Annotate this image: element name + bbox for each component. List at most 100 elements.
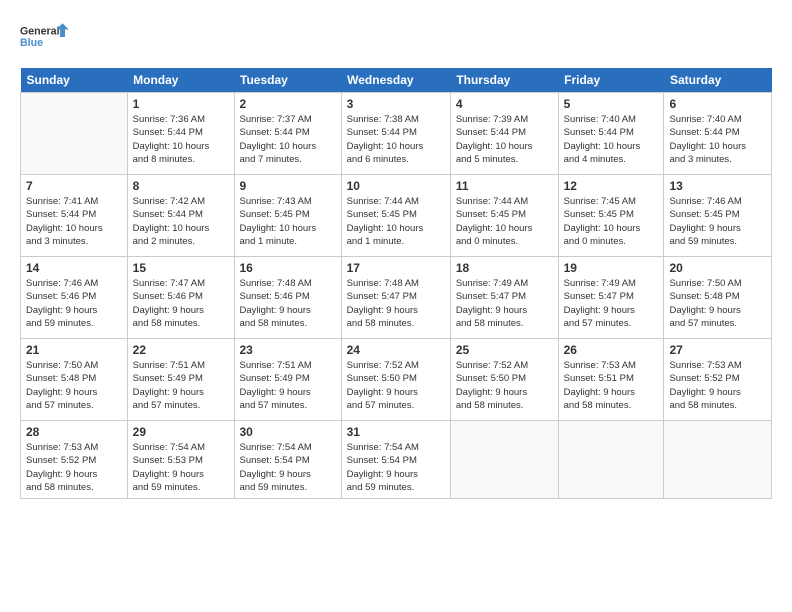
- day-number: 3: [347, 97, 445, 111]
- weekday-friday: Friday: [558, 68, 664, 93]
- calendar-cell: 28 Sunrise: 7:53 AMSunset: 5:52 PMDayligh…: [21, 421, 128, 499]
- calendar-cell: 19 Sunrise: 7:49 AMSunset: 5:47 PMDayligh…: [558, 257, 664, 339]
- day-number: 22: [133, 343, 229, 357]
- day-number: 11: [456, 179, 553, 193]
- day-info: Sunrise: 7:54 AMSunset: 5:53 PMDaylight:…: [133, 441, 229, 494]
- logo: General Blue: [20, 16, 70, 58]
- day-number: 10: [347, 179, 445, 193]
- day-number: 16: [240, 261, 336, 275]
- day-info: Sunrise: 7:37 AMSunset: 5:44 PMDaylight:…: [240, 113, 336, 166]
- calendar-cell: 6Sunrise: 7:40 AMSunset: 5:44 PMDaylight…: [664, 93, 772, 175]
- day-number: 31: [347, 425, 445, 439]
- calendar-cell: [558, 421, 664, 499]
- day-number: 12: [564, 179, 659, 193]
- calendar-cell: [664, 421, 772, 499]
- calendar-cell: 8 Sunrise: 7:42 AMSunset: 5:44 PMDaylight…: [127, 175, 234, 257]
- calendar-cell: 10 Sunrise: 7:44 AMSunset: 5:45 PMDayligh…: [341, 175, 450, 257]
- header: General Blue: [20, 16, 772, 58]
- day-number: 2: [240, 97, 336, 111]
- day-info: Sunrise: 7:53 AMSunset: 5:51 PMDaylight:…: [564, 359, 659, 412]
- calendar-week-3: 14Sunrise: 7:46 AMSunset: 5:46 PMDayligh…: [21, 257, 772, 339]
- weekday-header-row: SundayMondayTuesdayWednesdayThursdayFrid…: [21, 68, 772, 93]
- day-info: Sunrise: 7:52 AMSunset: 5:50 PMDaylight:…: [456, 359, 553, 412]
- calendar-cell: 4Sunrise: 7:39 AMSunset: 5:44 PMDaylight…: [450, 93, 558, 175]
- weekday-sunday: Sunday: [21, 68, 128, 93]
- day-number: 1: [133, 97, 229, 111]
- calendar-week-2: 7Sunrise: 7:41 AMSunset: 5:44 PMDaylight…: [21, 175, 772, 257]
- day-number: 30: [240, 425, 336, 439]
- weekday-saturday: Saturday: [664, 68, 772, 93]
- calendar-cell: 9 Sunrise: 7:43 AMSunset: 5:45 PMDaylight…: [234, 175, 341, 257]
- weekday-thursday: Thursday: [450, 68, 558, 93]
- day-info: Sunrise: 7:49 AMSunset: 5:47 PMDaylight:…: [564, 277, 659, 330]
- day-number: 21: [26, 343, 122, 357]
- day-number: 15: [133, 261, 229, 275]
- calendar-cell: 21 Sunrise: 7:50 AMSunset: 5:48 PMDayligh…: [21, 339, 128, 421]
- day-info: Sunrise: 7:54 AMSunset: 5:54 PMDaylight:…: [240, 441, 336, 494]
- calendar-cell: 31Sunrise: 7:54 AMSunset: 5:54 PMDayligh…: [341, 421, 450, 499]
- day-info: Sunrise: 7:50 AMSunset: 5:48 PMDaylight:…: [669, 277, 766, 330]
- calendar-week-5: 28 Sunrise: 7:53 AMSunset: 5:52 PMDayligh…: [21, 421, 772, 499]
- day-number: 26: [564, 343, 659, 357]
- day-info: Sunrise: 7:51 AMSunset: 5:49 PMDaylight:…: [133, 359, 229, 412]
- day-number: 29: [133, 425, 229, 439]
- day-info: Sunrise: 7:48 AMSunset: 5:46 PMDaylight:…: [240, 277, 336, 330]
- calendar-cell: 5Sunrise: 7:40 AMSunset: 5:44 PMDaylight…: [558, 93, 664, 175]
- day-info: Sunrise: 7:51 AMSunset: 5:49 PMDaylight:…: [240, 359, 336, 412]
- svg-text:General: General: [20, 26, 60, 38]
- weekday-tuesday: Tuesday: [234, 68, 341, 93]
- day-number: 23: [240, 343, 336, 357]
- day-info: Sunrise: 7:53 AMSunset: 5:52 PMDaylight:…: [669, 359, 766, 412]
- calendar-week-1: 1Sunrise: 7:36 AMSunset: 5:44 PMDaylight…: [21, 93, 772, 175]
- day-number: 6: [669, 97, 766, 111]
- day-number: 14: [26, 261, 122, 275]
- logo-icon: General Blue: [20, 16, 70, 58]
- day-info: Sunrise: 7:49 AMSunset: 5:47 PMDaylight:…: [456, 277, 553, 330]
- day-info: Sunrise: 7:44 AMSunset: 5:45 PMDaylight:…: [456, 195, 553, 248]
- calendar-cell: 1Sunrise: 7:36 AMSunset: 5:44 PMDaylight…: [127, 93, 234, 175]
- calendar-cell: 7Sunrise: 7:41 AMSunset: 5:44 PMDaylight…: [21, 175, 128, 257]
- calendar-cell: 11 Sunrise: 7:44 AMSunset: 5:45 PMDayligh…: [450, 175, 558, 257]
- day-info: Sunrise: 7:42 AMSunset: 5:44 PMDaylight:…: [133, 195, 229, 248]
- day-number: 20: [669, 261, 766, 275]
- calendar-cell: 27 Sunrise: 7:53 AMSunset: 5:52 PMDayligh…: [664, 339, 772, 421]
- day-info: Sunrise: 7:53 AMSunset: 5:52 PMDaylight:…: [26, 441, 122, 494]
- day-info: Sunrise: 7:46 AMSunset: 5:45 PMDaylight:…: [669, 195, 766, 248]
- calendar-cell: 18 Sunrise: 7:49 AMSunset: 5:47 PMDayligh…: [450, 257, 558, 339]
- day-number: 8: [133, 179, 229, 193]
- calendar-cell: 23 Sunrise: 7:51 AMSunset: 5:49 PMDayligh…: [234, 339, 341, 421]
- weekday-monday: Monday: [127, 68, 234, 93]
- calendar-cell: 25Sunrise: 7:52 AMSunset: 5:50 PMDayligh…: [450, 339, 558, 421]
- day-info: Sunrise: 7:47 AMSunset: 5:46 PMDaylight:…: [133, 277, 229, 330]
- calendar-cell: 12 Sunrise: 7:45 AMSunset: 5:45 PMDayligh…: [558, 175, 664, 257]
- day-info: Sunrise: 7:43 AMSunset: 5:45 PMDaylight:…: [240, 195, 336, 248]
- day-number: 28: [26, 425, 122, 439]
- calendar-cell: [21, 93, 128, 175]
- day-number: 7: [26, 179, 122, 193]
- calendar-cell: 30 Sunrise: 7:54 AMSunset: 5:54 PMDayligh…: [234, 421, 341, 499]
- calendar-cell: 16 Sunrise: 7:48 AMSunset: 5:46 PMDayligh…: [234, 257, 341, 339]
- day-info: Sunrise: 7:39 AMSunset: 5:44 PMDaylight:…: [456, 113, 553, 166]
- day-number: 9: [240, 179, 336, 193]
- day-info: Sunrise: 7:44 AMSunset: 5:45 PMDaylight:…: [347, 195, 445, 248]
- weekday-wednesday: Wednesday: [341, 68, 450, 93]
- day-number: 19: [564, 261, 659, 275]
- day-info: Sunrise: 7:40 AMSunset: 5:44 PMDaylight:…: [564, 113, 659, 166]
- logo-container: General Blue: [20, 16, 70, 58]
- svg-text:Blue: Blue: [20, 37, 43, 49]
- day-info: Sunrise: 7:38 AMSunset: 5:44 PMDaylight:…: [347, 113, 445, 166]
- day-number: 18: [456, 261, 553, 275]
- calendar-cell: 3 Sunrise: 7:38 AMSunset: 5:44 PMDaylight…: [341, 93, 450, 175]
- day-number: 24: [347, 343, 445, 357]
- page: General Blue SundayMondayTuesdayWednesda…: [0, 0, 792, 612]
- calendar-cell: 29 Sunrise: 7:54 AMSunset: 5:53 PMDayligh…: [127, 421, 234, 499]
- day-info: Sunrise: 7:45 AMSunset: 5:45 PMDaylight:…: [564, 195, 659, 248]
- day-info: Sunrise: 7:52 AMSunset: 5:50 PMDaylight:…: [347, 359, 445, 412]
- calendar-body: 1Sunrise: 7:36 AMSunset: 5:44 PMDaylight…: [21, 93, 772, 499]
- calendar-cell: 2 Sunrise: 7:37 AMSunset: 5:44 PMDaylight…: [234, 93, 341, 175]
- day-number: 27: [669, 343, 766, 357]
- calendar-cell: 26 Sunrise: 7:53 AMSunset: 5:51 PMDayligh…: [558, 339, 664, 421]
- day-number: 13: [669, 179, 766, 193]
- day-number: 17: [347, 261, 445, 275]
- day-info: Sunrise: 7:50 AMSunset: 5:48 PMDaylight:…: [26, 359, 122, 412]
